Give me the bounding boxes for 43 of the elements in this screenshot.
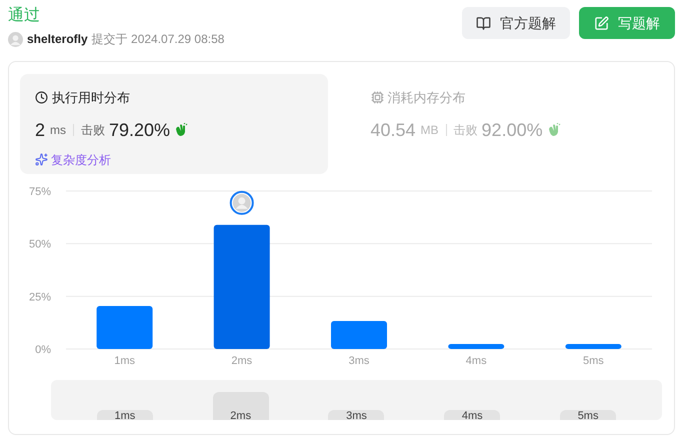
edit-icon	[594, 16, 609, 30]
y-tick-label: 25%	[28, 291, 51, 304]
x-tick-label: 4ms	[466, 355, 487, 367]
clapping-hands-icon	[546, 123, 561, 137]
x-tick-label: 5ms	[583, 355, 604, 367]
brush-label: 4ms	[462, 410, 483, 420]
clock-icon	[35, 91, 48, 104]
range-brush[interactable]: 1ms 2ms 3ms 4ms 5ms	[51, 380, 662, 420]
x-tick-label: 3ms	[348, 355, 370, 367]
brush-label: 5ms	[578, 410, 598, 420]
bar[interactable]	[565, 344, 622, 349]
beats-label: 击败	[454, 122, 478, 139]
x-tick-label: 2ms	[231, 355, 252, 367]
complexity-analysis-link[interactable]: 复杂度分析	[51, 150, 111, 168]
x-tick-label: 1ms	[114, 355, 135, 367]
beats-percentage: 92.00%	[482, 118, 543, 142]
bar[interactable]	[214, 224, 270, 349]
y-tick-label: 50%	[28, 238, 51, 251]
panel-title: 执行用时分布	[52, 89, 130, 107]
panel-title: 消耗内存分布	[388, 89, 466, 107]
avatar-icon	[8, 32, 23, 46]
submission-time: 提交于 2024.07.29 08:58	[92, 31, 224, 48]
beats-label: 击败	[81, 122, 106, 139]
clapping-hands-icon	[174, 123, 188, 137]
status-title: 通过	[8, 6, 41, 26]
brush-label: 3ms	[346, 410, 367, 420]
official-solution-button[interactable]: 官方题解	[462, 7, 570, 39]
metric-value: 40.54	[370, 118, 416, 142]
book-icon	[476, 16, 491, 30]
brush-label: 2ms	[230, 410, 252, 420]
sparkle-icon	[35, 153, 48, 166]
bar[interactable]	[448, 344, 504, 349]
metric-value: 2	[35, 118, 46, 142]
y-tick-label: 75%	[28, 186, 51, 198]
runtime-panel[interactable]: 执行用时分布 2 ms 击败 79.20% 复杂度分析	[20, 74, 328, 174]
metric-unit: MB	[420, 122, 439, 139]
y-tick-label: 0%	[35, 344, 51, 356]
username[interactable]: shelterofly	[27, 30, 88, 48]
chip-icon	[370, 91, 384, 104]
beats-percentage: 79.20%	[109, 118, 170, 142]
bar[interactable]	[331, 320, 387, 349]
brush-label: 1ms	[114, 410, 136, 420]
metric-unit: ms	[50, 122, 66, 139]
